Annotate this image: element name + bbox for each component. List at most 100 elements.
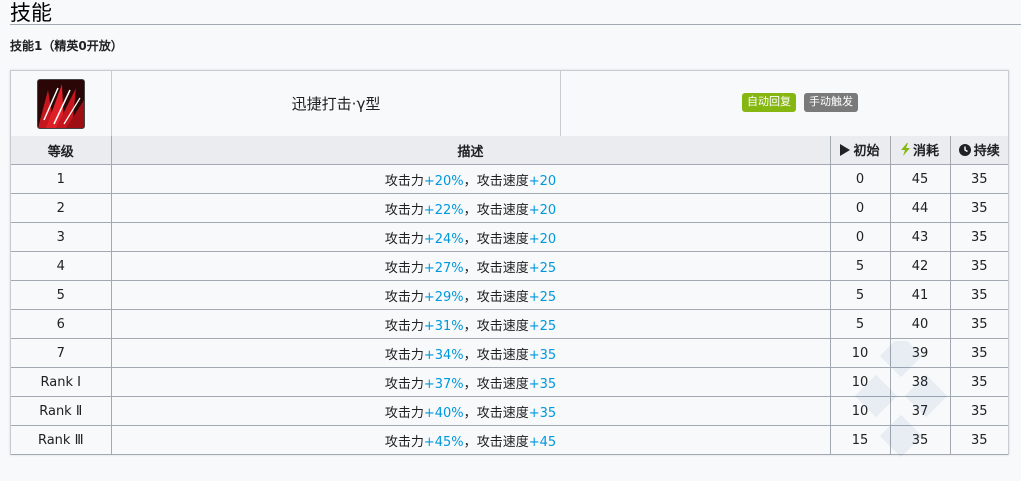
skill-red-claw-icon[interactable] (37, 79, 85, 129)
col-header-cost-label: 消耗 (912, 144, 939, 159)
initial-sp-cell: 5 (829, 251, 891, 281)
duration-cell: 35 (949, 251, 1008, 281)
table-row: 2 攻击力+22%，攻击速度+20 0 44 35 (11, 193, 1008, 223)
skill-name: 迅捷打击·γ型 (112, 71, 561, 136)
title-divider (10, 24, 1021, 25)
duration-cell: 35 (949, 309, 1008, 339)
aspd-label: 攻击速度 (476, 434, 529, 450)
aspd-label: 攻击速度 (476, 231, 529, 247)
duration-cell: 35 (949, 425, 1008, 455)
level-cell: 6 (11, 309, 112, 339)
initial-sp-cell: 15 (829, 425, 891, 455)
table-row: 7 攻击力+34%，攻击速度+35 10 39 35 (11, 338, 1008, 368)
table-row: Rank Ⅲ 攻击力+45%，攻击速度+45 15 35 35 (11, 425, 1008, 455)
sp-cost-cell: 40 (889, 309, 951, 339)
col-header-duration: 持续 (949, 136, 1008, 165)
atk-label: 攻击力 (384, 173, 424, 189)
desc-separator: ， (463, 231, 477, 247)
atk-label: 攻击力 (384, 202, 424, 218)
description-cell: 攻击力+20%，攻击速度+20 (110, 164, 831, 194)
aspd-value: +35 (528, 347, 557, 363)
skill-tags: 自动回复 手动触发 (561, 93, 858, 113)
atk-value: +40% (423, 405, 464, 421)
description-cell: 攻击力+40%，攻击速度+35 (110, 396, 831, 426)
aspd-label: 攻击速度 (476, 260, 529, 276)
atk-label: 攻击力 (384, 231, 424, 247)
sp-cost-cell: 41 (889, 280, 951, 310)
aspd-label: 攻击速度 (476, 376, 529, 392)
initial-sp-cell: 0 (829, 193, 891, 223)
col-header-initial: 初始 (829, 136, 891, 165)
description-cell: 攻击力+37%，攻击速度+35 (110, 367, 831, 397)
description-cell: 攻击力+22%，攻击速度+20 (110, 193, 831, 223)
atk-value: +22% (423, 202, 464, 218)
duration-cell: 35 (949, 367, 1008, 397)
aspd-label: 攻击速度 (476, 347, 529, 363)
desc-separator: ， (463, 318, 477, 334)
atk-label: 攻击力 (384, 289, 424, 305)
table-row: 5 攻击力+29%，攻击速度+25 5 41 35 (11, 280, 1008, 310)
sp-cost-cell: 39 (889, 338, 951, 368)
atk-label: 攻击力 (384, 405, 424, 421)
play-icon (840, 143, 851, 160)
desc-separator: ， (463, 376, 477, 392)
initial-sp-cell: 0 (829, 222, 891, 252)
description-cell: 攻击力+24%，攻击速度+20 (110, 222, 831, 252)
atk-value: +20% (423, 173, 464, 189)
col-header-initial-label: 初始 (853, 144, 880, 160)
initial-sp-cell: 5 (829, 280, 891, 310)
duration-cell: 35 (949, 193, 1008, 223)
level-cell: 5 (11, 280, 112, 310)
desc-separator: ， (463, 260, 477, 276)
aspd-value: +45 (528, 434, 557, 450)
atk-label: 攻击力 (384, 260, 424, 276)
sp-cost-cell: 38 (889, 367, 951, 397)
recovery-type-tag: 自动回复 (742, 93, 796, 112)
desc-separator: ， (463, 289, 477, 305)
atk-value: +31% (423, 318, 464, 334)
col-header-duration-label: 持续 (973, 144, 1000, 160)
page-title: 技能 (10, 1, 52, 25)
section-title: 技能1（精英0开放） (10, 39, 123, 53)
level-cell: Rank Ⅲ (11, 425, 112, 455)
duration-cell: 35 (949, 164, 1008, 194)
description-cell: 攻击力+34%，攻击速度+35 (110, 338, 831, 368)
description-cell: 攻击力+45%，攻击速度+45 (110, 425, 831, 455)
description-cell: 攻击力+31%，攻击速度+25 (110, 309, 831, 339)
level-cell: 7 (11, 338, 112, 368)
aspd-label: 攻击速度 (476, 173, 529, 189)
col-header-cost: 消耗 (889, 136, 951, 165)
sp-cost-cell: 37 (889, 396, 951, 426)
sp-cost-cell: 35 (889, 425, 951, 455)
atk-label: 攻击力 (384, 434, 424, 450)
aspd-value: +35 (528, 376, 557, 392)
aspd-label: 攻击速度 (476, 405, 529, 421)
aspd-label: 攻击速度 (476, 318, 529, 334)
table-row: 6 攻击力+31%，攻击速度+25 5 40 35 (11, 309, 1008, 339)
desc-separator: ， (463, 405, 477, 421)
atk-label: 攻击力 (384, 376, 424, 392)
clock-icon (958, 143, 971, 160)
desc-separator: ， (463, 347, 477, 363)
sp-cost-cell: 44 (889, 193, 951, 223)
trigger-type-tag: 手动触发 (804, 93, 858, 112)
initial-sp-cell: 5 (829, 309, 891, 339)
lightning-icon (900, 143, 910, 160)
col-header-level: 等级 (11, 136, 112, 165)
description-cell: 攻击力+27%，攻击速度+25 (110, 251, 831, 281)
atk-value: +34% (423, 347, 464, 363)
sp-cost-cell: 43 (889, 222, 951, 252)
table-header-row: 等级 描述 初始 消耗 持续 (11, 136, 1008, 165)
atk-value: +37% (423, 376, 464, 392)
col-header-description: 描述 (110, 136, 831, 165)
atk-value: +27% (423, 260, 464, 276)
aspd-value: +20 (528, 202, 557, 218)
aspd-value: +25 (528, 289, 557, 305)
atk-value: +29% (423, 289, 464, 305)
table-row: 1 攻击力+20%，攻击速度+20 0 45 35 (11, 164, 1008, 194)
desc-separator: ， (463, 434, 477, 450)
aspd-value: +20 (528, 231, 557, 247)
level-cell: 2 (11, 193, 112, 223)
duration-cell: 35 (949, 338, 1008, 368)
aspd-label: 攻击速度 (476, 202, 529, 218)
